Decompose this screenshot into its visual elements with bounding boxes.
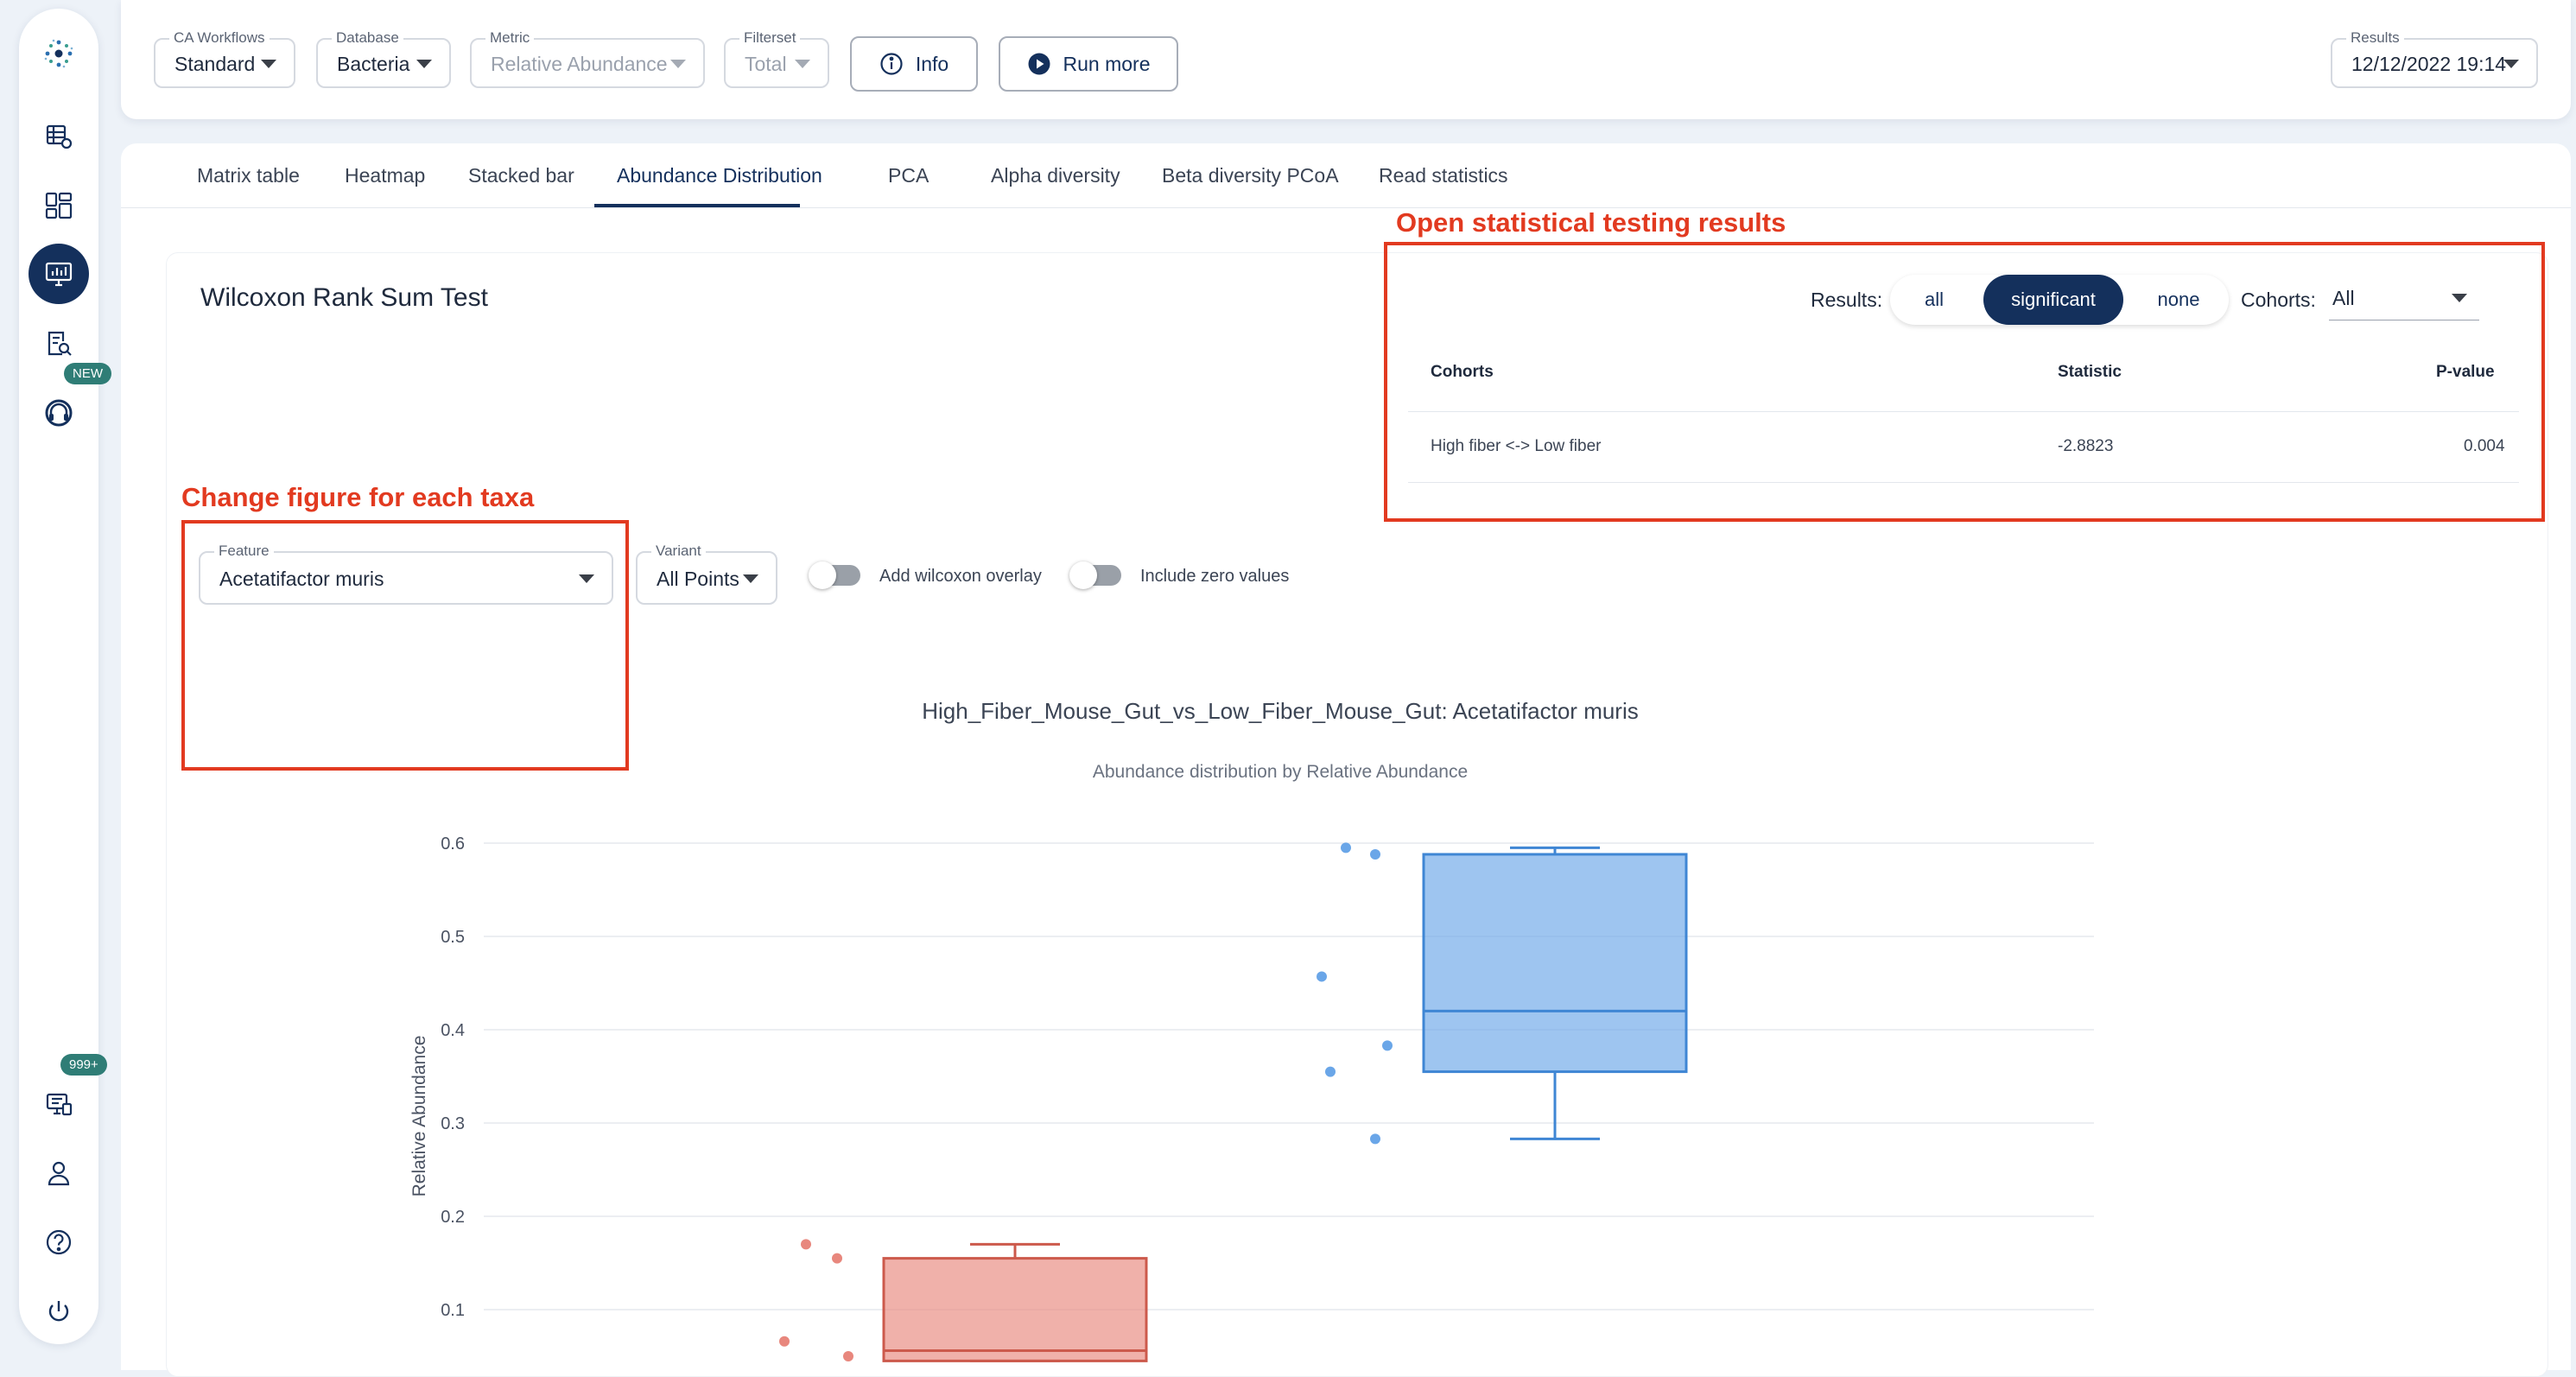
headset-icon xyxy=(45,399,73,427)
info-button[interactable]: Info xyxy=(850,36,978,92)
results-value: 12/12/2022 19:14 xyxy=(2351,53,2507,75)
box xyxy=(882,1257,1148,1362)
data-point xyxy=(779,1336,790,1347)
data-point xyxy=(1370,1133,1380,1145)
help-icon[interactable] xyxy=(33,1216,85,1268)
filterset-value: Total xyxy=(745,53,787,75)
run-more-button[interactable]: Run more xyxy=(999,36,1178,92)
chart-area: High_Fiber_Mouse_Gut_vs_Low_Fiber_Mouse_… xyxy=(121,143,2571,1370)
dashboard-grid-icon[interactable] xyxy=(33,180,85,232)
data-point xyxy=(801,1239,811,1250)
data-point xyxy=(1370,848,1380,860)
monitor-list-icon[interactable] xyxy=(33,1078,85,1130)
y-tick-label: 0.3 xyxy=(441,1114,465,1133)
logo-dots-icon[interactable] xyxy=(33,28,85,79)
table-gear-icon xyxy=(46,124,73,149)
workflows-label: CA Workflows xyxy=(169,29,270,47)
y-tick-label: 0.6 xyxy=(441,834,465,853)
main-panel: Matrix table Heatmap Stacked bar Abundan… xyxy=(121,143,2571,1377)
run-more-button-label: Run more xyxy=(1063,52,1151,75)
document-search-icon[interactable] xyxy=(33,318,85,370)
database-value: Bacteria xyxy=(337,53,410,75)
sidebar: NEW 999+ xyxy=(19,9,111,1344)
y-axis-label: Relative Abundance xyxy=(409,1036,429,1197)
monitor-chart-icon[interactable] xyxy=(29,244,89,304)
help-icon xyxy=(46,1229,72,1255)
top-toolbar: CA Workflows Standard Database Bacteria … xyxy=(121,0,2571,119)
data-point xyxy=(832,1253,842,1264)
chevron-down-icon xyxy=(416,60,432,68)
new-badge: NEW xyxy=(64,363,111,384)
workflows-select[interactable]: CA Workflows Standard xyxy=(154,29,295,88)
info-icon xyxy=(880,53,903,75)
power-icon xyxy=(48,1301,69,1322)
data-point xyxy=(1382,1040,1393,1051)
data-point xyxy=(843,1351,853,1361)
metric-label: Metric xyxy=(485,29,535,47)
dashboard-grid-icon xyxy=(45,192,73,219)
monitor-list-icon xyxy=(46,1093,73,1116)
y-tick-label: 0.2 xyxy=(441,1208,465,1227)
info-button-label: Info xyxy=(915,52,949,75)
logo-dots-icon xyxy=(44,39,73,68)
data-point xyxy=(1317,971,1327,982)
user-icon xyxy=(48,1161,70,1186)
filterset-label: Filterset xyxy=(739,29,801,47)
chevron-down-icon xyxy=(670,60,686,68)
data-point xyxy=(1325,1066,1336,1077)
box xyxy=(1422,853,1688,1074)
y-tick-label: 0.5 xyxy=(441,928,465,947)
database-select[interactable]: Database Bacteria xyxy=(316,29,451,88)
metric-value: Relative Abundance xyxy=(491,53,668,75)
document-search-icon xyxy=(48,331,72,356)
chevron-down-icon xyxy=(795,60,810,68)
notification-count-badge: 999+ xyxy=(60,1054,107,1076)
metric-select[interactable]: Metric Relative Abundance xyxy=(470,29,705,88)
workflows-value: Standard xyxy=(174,53,256,75)
power-icon[interactable] xyxy=(33,1285,85,1337)
results-label: Results xyxy=(2346,29,2404,47)
y-tick-label: 0.1 xyxy=(441,1301,465,1320)
box-plot: 0.1 0.2 0.3 0.4 0.5 0.6 Relative Abundance xyxy=(409,834,2094,1362)
results-select[interactable]: Results 12/12/2022 19:14 xyxy=(2331,29,2538,88)
filterset-select[interactable]: Filterset Total xyxy=(724,29,829,88)
y-tick-label: 0.4 xyxy=(441,1021,465,1040)
database-label: Database xyxy=(332,29,403,47)
play-icon xyxy=(1028,53,1050,75)
chevron-down-icon xyxy=(261,60,276,68)
monitor-chart-icon xyxy=(45,262,73,287)
data-point xyxy=(1341,842,1351,853)
chevron-down-icon xyxy=(2503,60,2519,68)
headset-icon[interactable] xyxy=(33,387,85,439)
user-icon[interactable] xyxy=(33,1147,85,1199)
table-gear-icon[interactable] xyxy=(33,111,85,162)
